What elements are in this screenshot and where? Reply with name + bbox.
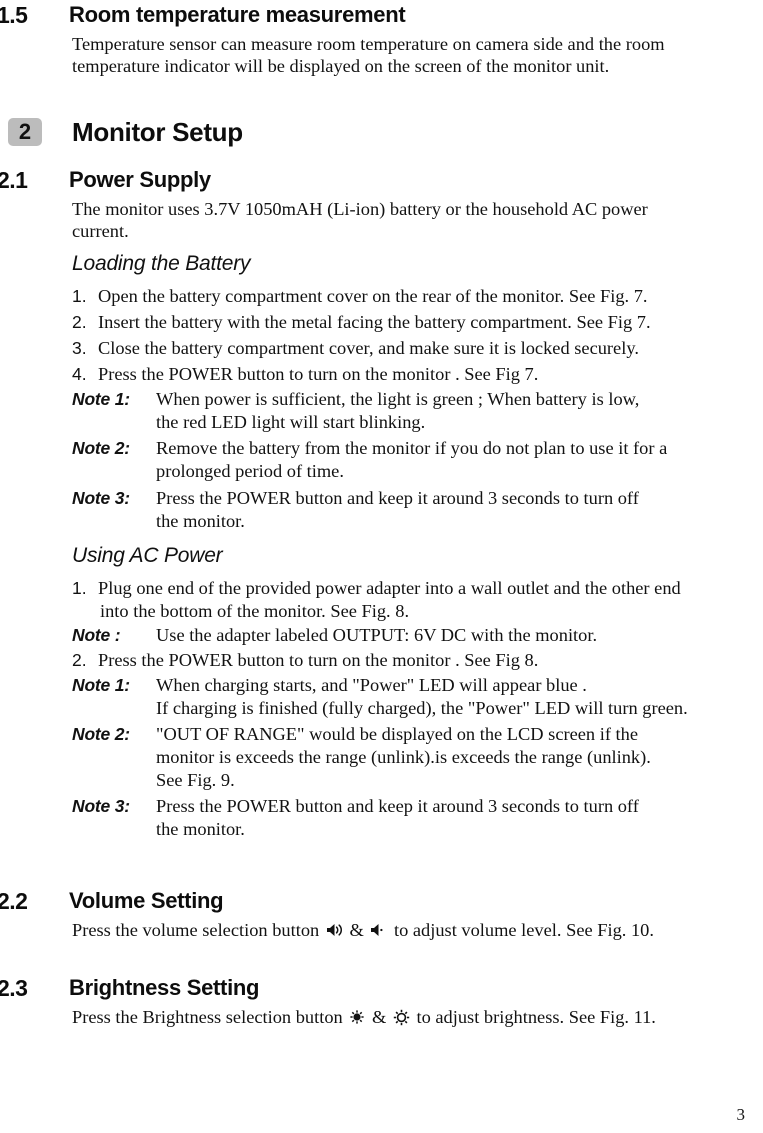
brightness-high-icon [393,1009,410,1026]
note-row: Note : Use the adapter labeled OUTPUT: 6… [72,625,597,646]
note-continuation: monitor is exceeds the range (unlink).is… [156,747,651,767]
list-item: 4. Press the POWER button to turn on the… [72,364,538,385]
note-text: Press the POWER button and keep it aroun… [156,796,639,816]
document-page: 1.5 Room temperature measurement Tempera… [0,0,763,1133]
section-heading-2-2: 2.2 Volume Setting [0,888,763,914]
note-text: When power is sufficient, the light is g… [156,389,640,409]
list-marker: 4. [72,364,87,384]
paragraph-2-2: Press the volume selection button & to a… [72,919,654,941]
list-text: Press the POWER button to turn on the mo… [98,364,539,384]
paragraph-1-5-line-1: Temperature sensor can measure room temp… [72,34,665,54]
list-text: Open the battery compartment cover on th… [98,286,648,306]
paragraph-2-1-line-1: The monitor uses 3.7V 1050mAH (Li-ion) b… [72,199,648,219]
list-item: 2. Insert the battery with the metal fac… [72,312,651,333]
paragraph-2-3: Press the Brightness selection button & [72,1006,656,1028]
volume-text-before: Press the volume selection button [72,920,320,940]
list-text: Plug one end of the provided power adapt… [98,578,681,598]
chapter-heading-2: 2 Monitor Setup [0,118,763,146]
ampersand-separator: & [349,920,364,940]
note-continuation: the red LED light will start blinking. [156,412,426,432]
note-text: When charging starts, and "Power" LED wi… [156,675,587,695]
list-text: Close the battery compartment cover, and… [98,338,639,358]
list-marker: 2. [72,312,87,332]
paragraph-2-1-line-2: current. [72,221,129,241]
note-continuation: the monitor. [156,819,245,839]
brightness-low-icon [349,1009,365,1025]
section-title-2-1: Power Supply [69,167,211,192]
note-text: Press the POWER button and keep it aroun… [156,488,639,508]
note-continuation: prolonged period of time. [156,461,344,481]
list-continuation: into the bottom of the monitor. See Fig.… [100,601,410,621]
note-row: Note 2: "OUT OF RANGE" would be displaye… [72,724,638,745]
list-text: Insert the battery with the metal facing… [98,312,651,332]
note-row: Note 2: Remove the battery from the moni… [72,438,667,459]
volume-down-icon [370,922,387,938]
brightness-text-before: Press the Brightness selection button [72,1007,343,1027]
note-text: Use the adapter labeled OUTPUT: 6V DC wi… [156,625,598,645]
note-row: Note 1: When power is sufficient, the li… [72,389,639,410]
note-label: Note 1: [72,389,130,409]
brightness-text-after: to adjust brightness. See Fig. 11. [416,1007,656,1027]
section-title-1-5: Room temperature measurement [69,2,406,27]
note-row: Note 1: When charging starts, and "Power… [72,675,587,696]
section-number-2-1: 2.1 [0,167,28,193]
note-text: "OUT OF RANGE" would be displayed on the… [156,724,639,744]
list-marker: 1. [72,578,87,598]
note-continuation: the monitor. [156,511,245,531]
note-continuation: If charging is finished (fully charged),… [156,698,688,718]
section-number-2-2: 2.2 [0,888,28,914]
section-heading-2-3: 2.3 Brightness Setting [0,975,763,1001]
section-number-1-5: 1.5 [0,2,28,28]
list-item: 1. Plug one end of the provided power ad… [72,578,681,599]
note-continuation: See Fig. 9. [156,770,235,790]
section-heading-1-5: 1.5 Room temperature measurement [0,2,763,28]
note-row: Note 3: Press the POWER button and keep … [72,488,639,509]
section-number-2-3: 2.3 [0,975,28,1001]
list-marker: 3. [72,338,87,358]
list-marker: 2. [72,650,87,670]
section-heading-2-1: 2.1 Power Supply [0,167,763,193]
note-label: Note : [72,625,121,645]
volume-up-icon [326,922,343,938]
list-item: 3. Close the battery compartment cover, … [72,338,639,359]
chapter-title: Monitor Setup [72,117,243,147]
subheading-loading-the-battery: Loading the Battery [72,252,251,275]
note-label: Note 3: [72,488,130,508]
list-text: Press the POWER button to turn on the mo… [98,650,539,670]
section-title-2-3: Brightness Setting [69,975,260,1000]
note-row: Note 3: Press the POWER button and keep … [72,796,639,817]
page-number: 3 [736,1105,746,1124]
note-label: Note 2: [72,438,130,458]
paragraph-1-5-line-2: temperature indicator will be displayed … [72,56,610,76]
ampersand-separator: & [371,1007,387,1027]
list-item: 1. Open the battery compartment cover on… [72,286,648,307]
note-label: Note 1: [72,675,130,695]
subheading-using-ac-power: Using AC Power [72,544,223,567]
volume-text-after: to adjust volume level. See Fig. 10. [393,920,654,940]
note-text: Remove the battery from the monitor if y… [156,438,668,458]
note-label: Note 2: [72,724,130,744]
section-title-2-2: Volume Setting [69,888,224,913]
note-label: Note 3: [72,796,130,816]
list-marker: 1. [72,286,87,306]
list-item: 2. Press the POWER button to turn on the… [72,650,538,671]
chapter-number-badge: 2 [8,118,42,146]
